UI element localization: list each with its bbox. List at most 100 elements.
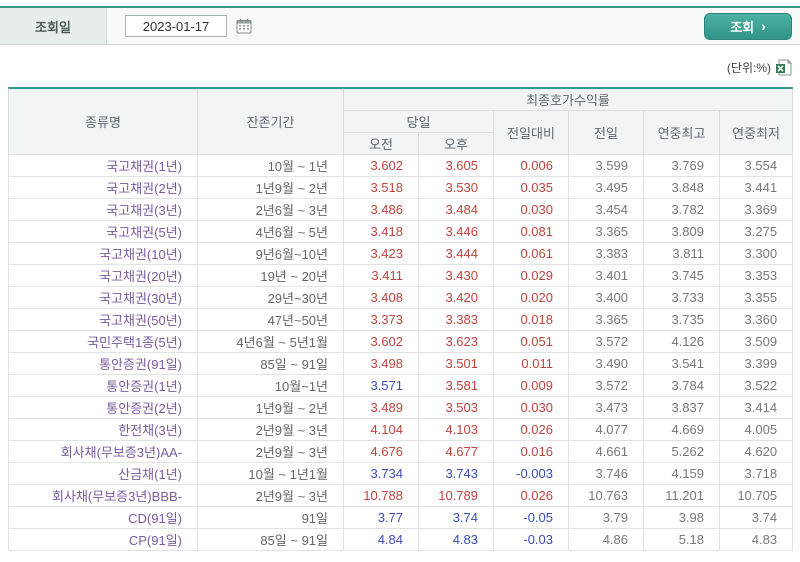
period-cell: 10월~1년	[197, 373, 344, 397]
year-high-cell: 3.784	[643, 373, 720, 397]
prev-yield-cell: 3.495	[568, 175, 644, 199]
col-header-period: 잔존기간	[197, 87, 344, 155]
search-button[interactable]: 조회 ›	[704, 13, 792, 40]
pm-yield-cell: 3.420	[418, 285, 494, 309]
bond-name-cell: 통안증권(91일)	[8, 351, 198, 375]
table-row: 한전채(3년) 2년9월 ~ 3년 4.104 4.103 0.026 4.077 4.66…	[8, 417, 794, 441]
period-cell: 85일 ~ 91일	[197, 351, 344, 375]
table-row: 회사채(무보증3년)AA- 2년9월 ~ 3년 4.676 4.677 0.016 4.6…	[8, 439, 794, 463]
am-yield-cell: 3.411	[343, 263, 419, 287]
prev-yield-cell: 3.599	[568, 153, 644, 177]
prev-yield-cell: 3.746	[568, 461, 644, 485]
bond-name-cell: 국고채권(10년)	[8, 241, 198, 265]
table-body: 국고채권(1년) 10월 ~ 1년 3.602 3.605 0.006 3.599 3.76…	[8, 153, 794, 551]
year-low-cell: 3.369	[718, 197, 794, 221]
table-row: 회사채(무보증3년)BBB- 2년9월 ~ 3년 10.788 10.789 0.026…	[8, 483, 794, 507]
pm-yield-cell: 4.103	[418, 417, 494, 441]
diff-cell: 0.018	[493, 307, 569, 331]
period-cell: 2년9월 ~ 3년	[197, 439, 344, 463]
bond-name-cell: 회사채(무보증3년)BBB-	[8, 483, 198, 507]
diff-cell: 0.026	[493, 483, 569, 507]
year-high-cell: 5.18	[643, 527, 720, 551]
bond-name-cell: 국고채권(5년)	[8, 219, 198, 243]
year-low-cell: 4.620	[718, 439, 794, 463]
table-row: CP(91일) 85일 ~ 91일 4.84 4.83 -0.03 4.86 5.18 4.8…	[8, 527, 794, 551]
excel-export-icon[interactable]	[775, 59, 792, 76]
diff-cell: 0.081	[493, 219, 569, 243]
year-high-cell: 5.262	[643, 439, 720, 463]
year-low-cell: 3.441	[718, 175, 794, 199]
prev-yield-cell: 3.490	[568, 351, 644, 375]
table-row: 국고채권(3년) 2년6월 ~ 3년 3.486 3.484 0.030 3.454 3.7…	[8, 197, 794, 221]
pm-yield-cell: 10.789	[418, 483, 494, 507]
table-row: 통안증권(91일) 85일 ~ 91일 3.498 3.501 0.011 3.490 3.…	[8, 351, 794, 375]
bond-name-cell: CD(91일)	[8, 505, 198, 529]
year-low-cell: 3.300	[718, 241, 794, 265]
year-high-cell: 3.98	[643, 505, 720, 529]
year-low-cell: 3.554	[718, 153, 794, 177]
diff-cell: 0.061	[493, 241, 569, 265]
year-high-cell: 4.669	[643, 417, 720, 441]
bond-name-cell: 산금채(1년)	[8, 461, 198, 485]
bond-name-cell: 통안증권(1년)	[8, 373, 198, 397]
period-cell: 4년6월 ~ 5년	[197, 219, 344, 243]
table-row: 국고채권(1년) 10월 ~ 1년 3.602 3.605 0.006 3.599 3.76…	[8, 153, 794, 177]
year-low-cell: 3.718	[718, 461, 794, 485]
pm-yield-cell: 3.623	[418, 329, 494, 353]
period-cell: 2년6월 ~ 3년	[197, 197, 344, 221]
am-yield-cell: 3.423	[343, 241, 419, 265]
unit-label: (단위:%)	[726, 61, 771, 75]
prev-yield-cell: 4.661	[568, 439, 644, 463]
prev-yield-cell: 3.401	[568, 263, 644, 287]
diff-cell: 0.020	[493, 285, 569, 309]
year-low-cell: 3.509	[718, 329, 794, 353]
pm-yield-cell: 4.83	[418, 527, 494, 551]
bond-name-cell: 국민주택1종(5년)	[8, 329, 198, 353]
prev-yield-cell: 3.473	[568, 395, 644, 419]
date-input-area	[125, 15, 252, 37]
am-yield-cell: 3.602	[343, 153, 419, 177]
year-high-cell: 3.848	[643, 175, 720, 199]
year-high-cell: 3.541	[643, 351, 720, 375]
bond-name-cell: CP(91일)	[8, 527, 198, 551]
year-high-cell: 3.809	[643, 219, 720, 243]
date-label: 조회일	[0, 8, 107, 44]
col-header-today: 당일	[343, 109, 494, 133]
col-header-diff: 전일대비	[493, 109, 569, 155]
period-cell: 91일	[197, 505, 344, 529]
am-yield-cell: 3.408	[343, 285, 419, 309]
table-row: CD(91일) 91일 3.77 3.74 -0.05 3.79 3.98 3.74	[8, 505, 794, 529]
am-yield-cell: 4.676	[343, 439, 419, 463]
prev-yield-cell: 3.79	[568, 505, 644, 529]
diff-cell: 0.006	[493, 153, 569, 177]
bond-name-cell: 국고채권(20년)	[8, 263, 198, 287]
year-low-cell: 3.74	[718, 505, 794, 529]
table-row: 국민주택1종(5년) 4년6월 ~ 5년1월 3.602 3.623 0.051 3.57…	[8, 329, 794, 353]
bond-yield-table: 종류명 잔존기간 최종호가수익률 당일 전일대비 전일 연중최고 연중최저 오전…	[8, 87, 794, 551]
diff-cell: -0.03	[493, 527, 569, 551]
bond-name-cell: 국고채권(30년)	[8, 285, 198, 309]
am-yield-cell: 3.518	[343, 175, 419, 199]
am-yield-cell: 3.734	[343, 461, 419, 485]
year-low-cell: 3.360	[718, 307, 794, 331]
period-cell: 1년9월 ~ 2년	[197, 395, 344, 419]
period-cell: 29년~30년	[197, 285, 344, 309]
calendar-icon[interactable]	[236, 18, 252, 34]
diff-cell: 0.051	[493, 329, 569, 353]
date-input[interactable]	[125, 15, 227, 37]
year-high-cell: 3.735	[643, 307, 720, 331]
period-cell: 10월 ~ 1년	[197, 153, 344, 177]
prev-yield-cell: 3.572	[568, 373, 644, 397]
col-header-year-low: 연중최저	[718, 109, 794, 155]
am-yield-cell: 3.489	[343, 395, 419, 419]
table-row: 국고채권(5년) 4년6월 ~ 5년 3.418 3.446 0.081 3.365 3.8…	[8, 219, 794, 243]
col-header-name: 종류명	[8, 87, 198, 155]
prev-yield-cell: 4.077	[568, 417, 644, 441]
pm-yield-cell: 3.501	[418, 351, 494, 375]
pm-yield-cell: 4.677	[418, 439, 494, 463]
year-high-cell: 3.811	[643, 241, 720, 265]
year-low-cell: 4.005	[718, 417, 794, 441]
period-cell: 47년~50년	[197, 307, 344, 331]
diff-cell: 0.016	[493, 439, 569, 463]
col-header-am: 오전	[343, 131, 419, 155]
